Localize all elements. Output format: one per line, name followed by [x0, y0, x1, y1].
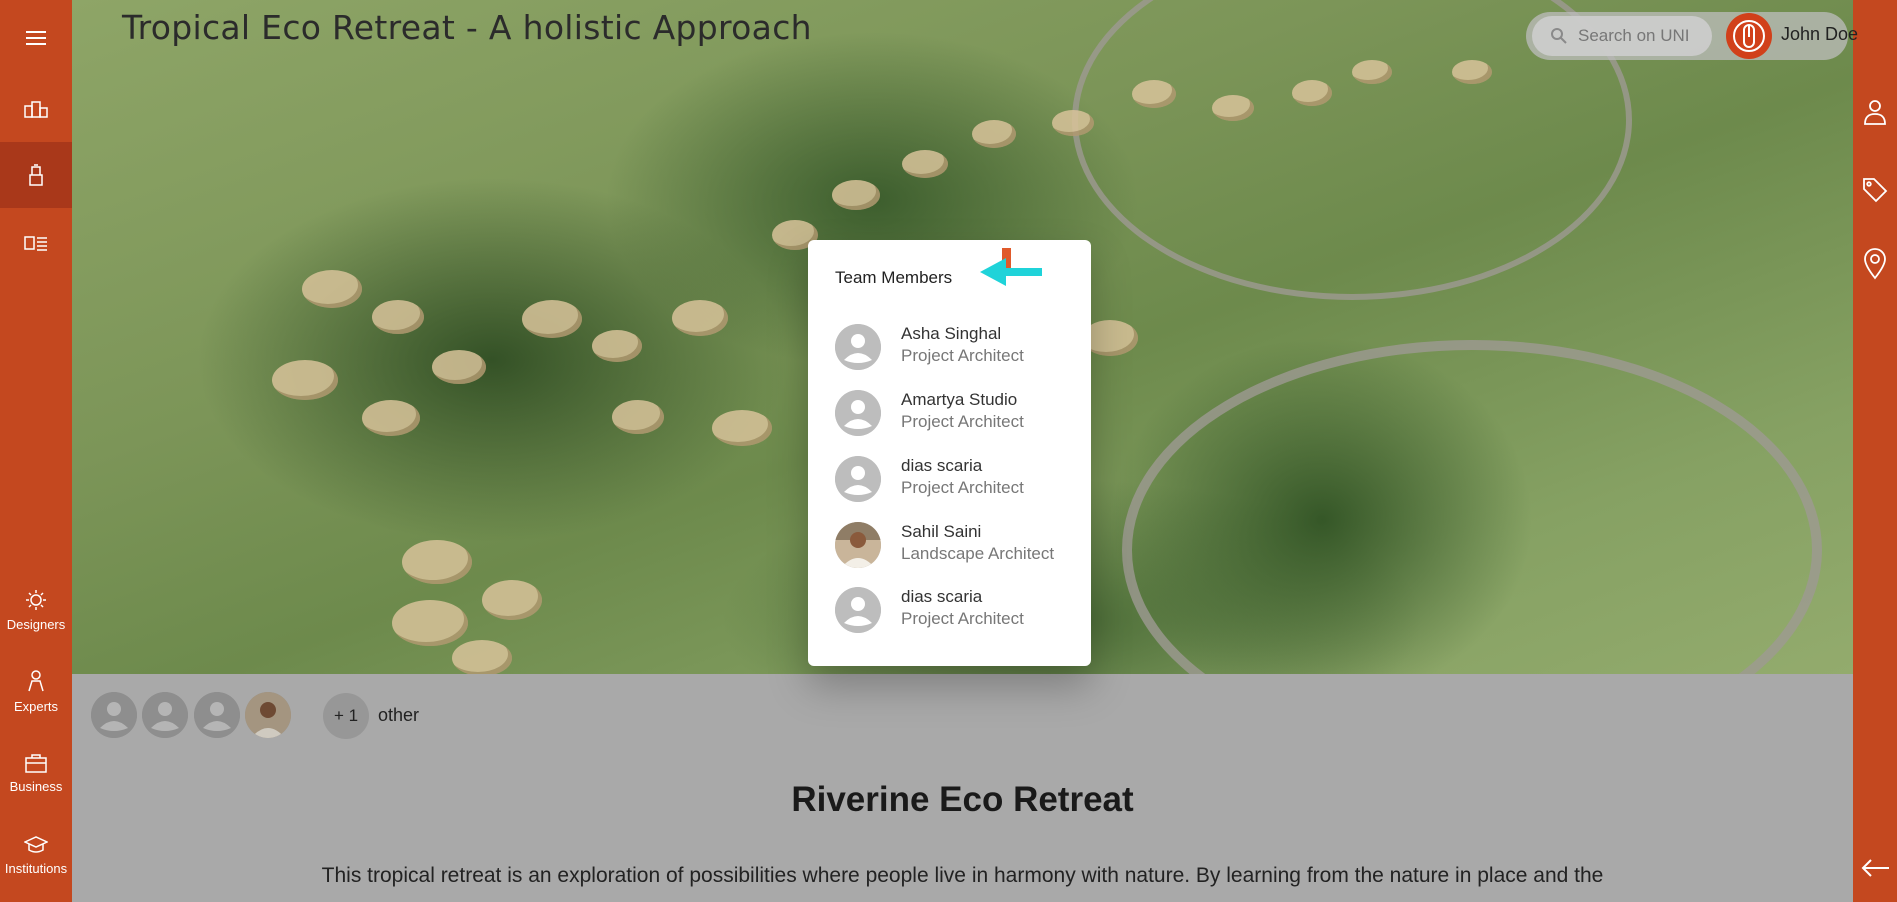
tag-icon	[1863, 178, 1888, 203]
project-heading: Tropical Eco Retreat - A holistic Approa…	[122, 8, 812, 47]
projects-icon	[29, 164, 43, 186]
location-button[interactable]	[1853, 244, 1897, 284]
buildings-icon	[24, 101, 48, 118]
default-avatar-icon	[835, 390, 881, 436]
member-role: Landscape Architect	[901, 544, 1055, 563]
member-name[interactable]: Sahil Saini	[901, 522, 981, 542]
team-member-item[interactable]: dias scaria Project Architect	[835, 585, 1075, 635]
uni-logo-icon	[1733, 20, 1765, 52]
sidebar-item-institutions[interactable]: Institutions	[0, 822, 72, 888]
list-icon	[24, 236, 47, 251]
project-title: Riverine Eco Retreat	[791, 780, 1134, 819]
search-placeholder: Search on UNI	[1578, 26, 1690, 45]
member-photo	[835, 522, 881, 568]
sidebar-item-business[interactable]: Business	[0, 742, 72, 804]
experts-icon	[28, 669, 44, 691]
member-name[interactable]: Asha Singhal	[901, 324, 1001, 344]
sidebar-item-label: Institutions	[4, 860, 68, 876]
sidebar-item-experts[interactable]: Experts	[0, 660, 72, 722]
member-role: Project Architect	[901, 412, 1024, 431]
annotation-arrow-icon	[980, 248, 1042, 286]
team-member-item[interactable]: Sahil Saini Landscape Architect	[835, 520, 1075, 570]
sidebar-item-buildings[interactable]	[0, 88, 72, 130]
project-description: This tropical retreat is an exploration …	[321, 864, 1604, 887]
team-avatar-photo[interactable]	[245, 692, 291, 738]
person-icon	[1864, 100, 1886, 125]
team-member-item[interactable]: Amartya Studio Project Architect	[835, 388, 1075, 438]
default-avatar-icon	[835, 587, 881, 633]
team-member-item[interactable]: Asha Singhal Project Architect	[835, 322, 1075, 372]
sidebar-item-projects[interactable]	[0, 142, 72, 208]
default-avatar-icon	[835, 456, 881, 502]
institutions-icon	[24, 835, 48, 853]
member-name[interactable]: dias scaria	[901, 587, 982, 607]
profile-button[interactable]	[1853, 92, 1897, 132]
team-members-title: Team Members	[835, 268, 953, 287]
designers-icon	[26, 589, 46, 610]
sidebar-item-list[interactable]	[0, 222, 72, 264]
team-avatar[interactable]	[194, 692, 240, 738]
member-role: Project Architect	[901, 346, 1024, 365]
sidebar-item-label: Experts	[13, 698, 59, 714]
sidebar-item-label: Designers	[6, 616, 66, 632]
sidebar-item-designers[interactable]: Designers	[0, 580, 72, 640]
left-sidebar: Designers Experts Business Institutions	[0, 0, 72, 902]
back-button[interactable]	[1853, 848, 1897, 888]
member-name[interactable]: dias scaria	[901, 456, 982, 476]
search-input[interactable]: Search on UNI	[1532, 16, 1712, 56]
team-avatar[interactable]	[91, 692, 137, 738]
right-sidebar	[1853, 0, 1897, 902]
more-members-badge[interactable]: + 1	[323, 693, 369, 739]
member-role: Project Architect	[901, 478, 1024, 497]
default-avatar-icon	[835, 324, 881, 370]
member-role: Project Architect	[901, 609, 1024, 628]
menu-button[interactable]	[0, 18, 72, 58]
menu-icon	[26, 31, 46, 45]
location-pin-icon	[1864, 248, 1886, 280]
search-icon	[1551, 28, 1567, 44]
user-avatar[interactable]	[1726, 13, 1772, 59]
user-name[interactable]: John Doe	[1781, 24, 1858, 45]
team-avatar[interactable]	[142, 692, 188, 738]
sidebar-item-label: Business	[9, 778, 63, 794]
team-member-item[interactable]: dias scaria Project Architect	[835, 454, 1075, 504]
member-name[interactable]: Amartya Studio	[901, 390, 1017, 410]
team-members-popup: Team Members Asha Singhal Project Archit…	[808, 240, 1091, 666]
business-icon	[25, 753, 47, 773]
tags-button[interactable]	[1853, 170, 1897, 210]
more-members-label[interactable]: other	[378, 705, 419, 726]
back-arrow-icon	[1861, 859, 1889, 877]
